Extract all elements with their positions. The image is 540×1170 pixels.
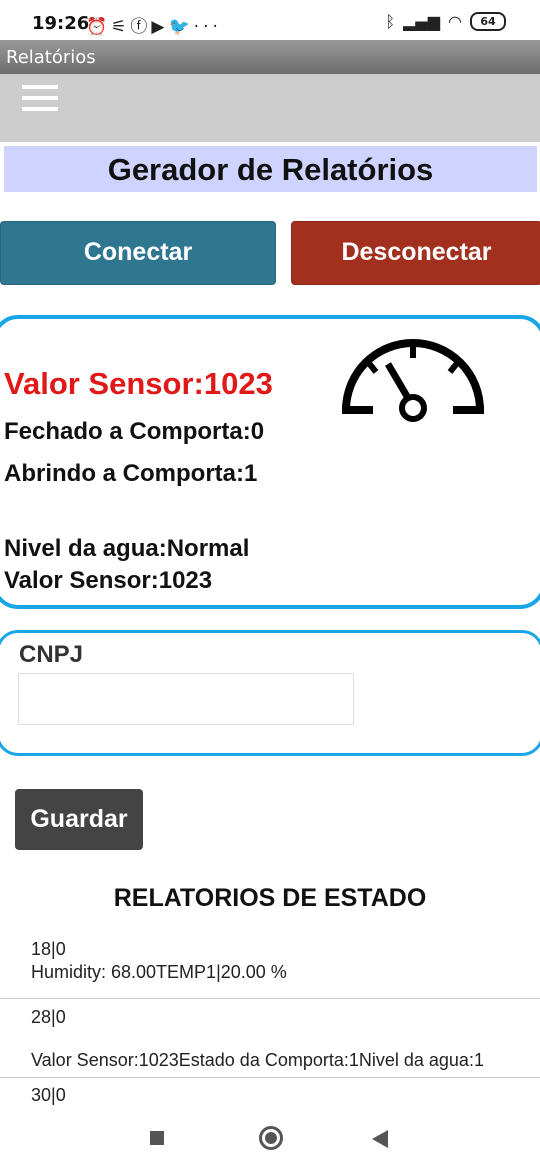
twitter-icon: 🐦 <box>168 17 194 37</box>
report-text: Humidity: 68.00TEMP1|20.00 % <box>31 962 287 982</box>
menu-bar <box>0 74 540 142</box>
report-id: 30|0 <box>31 1085 66 1105</box>
report-item: 28|0 Valor Sensor:1023Estado da Comporta… <box>0 999 540 1078</box>
connect-button[interactable]: Conectar <box>0 221 276 285</box>
back-icon[interactable] <box>372 1130 388 1148</box>
reports-title: RELATORIOS DE ESTADO <box>113 884 427 912</box>
save-button[interactable]: Guardar <box>15 789 143 850</box>
report-item: 30|0 <box>0 1078 540 1108</box>
signal-icon: ▂▄▆ <box>403 12 441 31</box>
system-icons: ᛒ ▂▄▆ ◠ 64 <box>385 12 506 31</box>
bluetooth-icon: ᛒ <box>385 12 396 31</box>
gauge-icon <box>342 339 484 422</box>
app-title-bar: Relatórios <box>0 40 540 74</box>
page-title: Gerador de Relatórios <box>4 146 537 192</box>
opening-gate-status: Abrindo a Comporta:1 <box>4 460 258 487</box>
alarm-off-icon: ⏰ <box>86 17 112 37</box>
report-text: Valor Sensor:1023Estado da Comporta:1Niv… <box>31 1050 484 1070</box>
battery-icon: 64 <box>470 12 506 31</box>
notification-icons: ⏰⚟ⓕ▶🐦··· <box>86 12 222 37</box>
disconnect-button[interactable]: Desconectar <box>291 221 540 285</box>
status-time: 19:26 <box>32 13 90 34</box>
cnpj-label: CNPJ <box>19 641 84 668</box>
hamburger-menu-icon[interactable] <box>22 85 58 113</box>
facebook-icon: ⓕ <box>130 17 152 37</box>
recents-icon[interactable] <box>150 1131 164 1145</box>
sensor-value-highlight: Valor Sensor:1023 <box>4 366 273 401</box>
cnpj-input[interactable] <box>18 673 354 725</box>
report-id: 18|0 <box>31 939 66 959</box>
home-icon[interactable] <box>259 1126 283 1150</box>
closing-gate-status: Fechado a Comporta:0 <box>4 418 265 445</box>
report-item: 18|0 Humidity: 68.00TEMP1|20.00 % <box>0 928 540 999</box>
wifi-icon: ◠ <box>448 12 462 31</box>
youtube-icon: ▶ <box>151 17 169 37</box>
app-title: Relatórios <box>6 47 96 68</box>
water-level-status: Nivel da agua:Normal <box>4 535 250 562</box>
sensor-value: Valor Sensor:1023 <box>4 567 213 594</box>
system-nav-bar <box>0 1106 540 1170</box>
report-id: 28|0 <box>31 1007 66 1027</box>
cast-icon: ⚟ <box>111 17 131 37</box>
more-icon: ··· <box>193 17 222 37</box>
